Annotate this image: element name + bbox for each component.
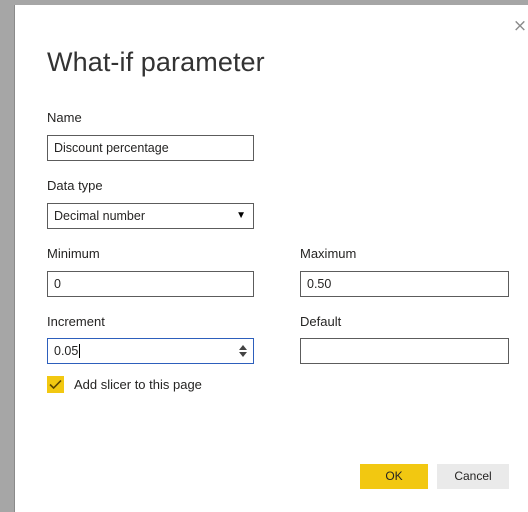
data-type-label: Data type (47, 178, 103, 193)
default-input[interactable] (300, 338, 509, 364)
add-slicer-checkbox[interactable] (47, 376, 64, 393)
close-icon[interactable]: × (512, 18, 528, 35)
checkmark-icon (49, 379, 62, 390)
default-label: Default (300, 314, 342, 329)
window-left-border (0, 0, 14, 512)
minimum-label: Minimum (47, 246, 100, 261)
maximum-input-value: 0.50 (307, 277, 332, 291)
increment-input-value: 0.05 (54, 344, 79, 358)
maximum-input[interactable]: 0.50 (300, 271, 509, 297)
increment-label: Increment (47, 314, 105, 329)
data-type-select[interactable]: Decimal number ▼ (47, 203, 254, 229)
window-left-divider (14, 5, 15, 512)
spinner-down-icon[interactable] (239, 352, 247, 357)
maximum-label: Maximum (300, 246, 357, 261)
add-slicer-label: Add slicer to this page (74, 377, 202, 392)
spinner-up-icon[interactable] (239, 345, 247, 350)
name-input[interactable]: Discount percentage (47, 135, 254, 161)
data-type-selected-value: Decimal number (54, 209, 146, 223)
minimum-input-value: 0 (54, 277, 61, 291)
increment-input[interactable]: 0.05 (47, 338, 254, 364)
window-top-border (0, 0, 528, 5)
ok-button[interactable]: OK (360, 464, 428, 489)
name-label: Name (47, 110, 82, 125)
text-cursor (79, 343, 81, 358)
what-if-parameter-dialog: × What-if parameter Name Discount percen… (0, 0, 528, 512)
minimum-input[interactable]: 0 (47, 271, 254, 297)
cancel-button[interactable]: Cancel (437, 464, 509, 489)
dialog-title: What-if parameter (47, 47, 265, 77)
name-input-value: Discount percentage (54, 141, 169, 155)
spinner-icon[interactable] (239, 344, 247, 358)
chevron-down-icon: ▼ (236, 210, 246, 221)
